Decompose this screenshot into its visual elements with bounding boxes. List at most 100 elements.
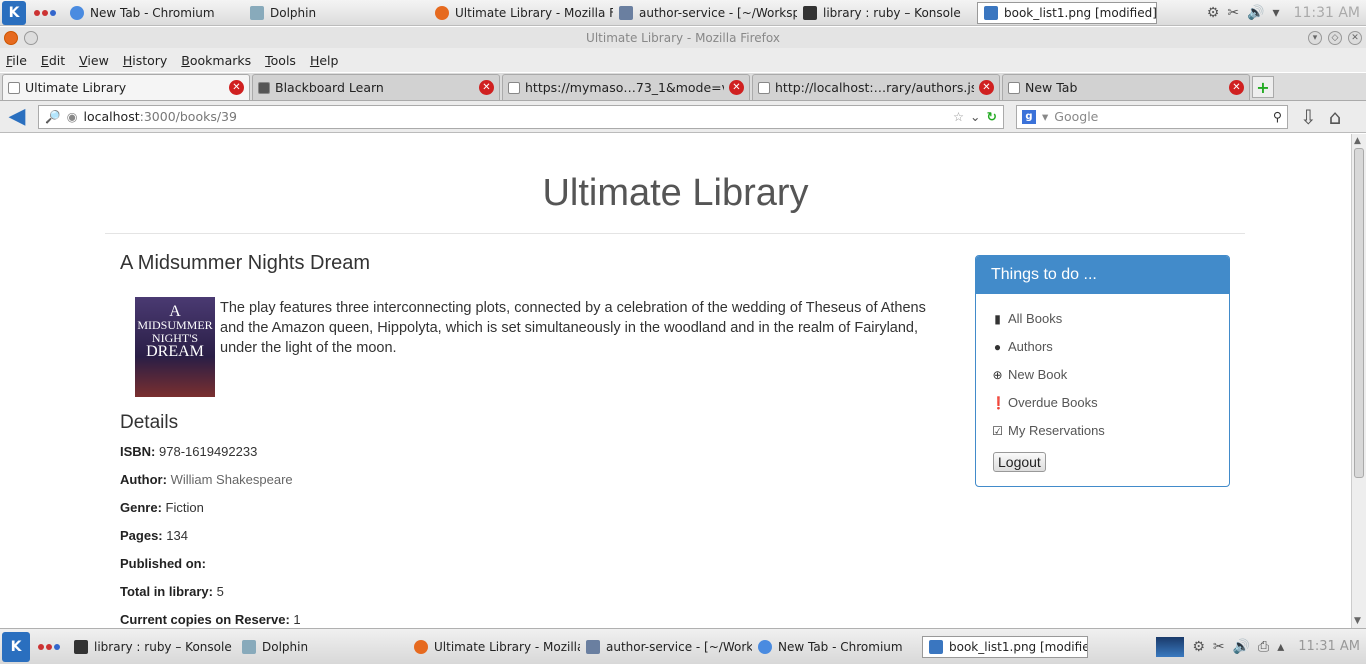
back-icon[interactable]: ◀ xyxy=(4,104,30,130)
tab-new-tab[interactable]: New Tab ✕ xyxy=(1002,74,1250,100)
taskbar-item-chromium[interactable]: New Tab - Chromium xyxy=(64,0,244,25)
menu-view[interactable]: View xyxy=(79,53,109,68)
close-tab-icon[interactable]: ✕ xyxy=(729,80,744,95)
menu-bookmarks[interactable]: Bookmarks xyxy=(181,53,251,68)
activities-icon[interactable] xyxy=(38,643,60,650)
terminal-icon xyxy=(803,5,817,20)
volume-icon[interactable]: 🔊 xyxy=(1233,639,1250,655)
taskbar-item-book-list[interactable]: book_list1.png [modified] – xyxy=(977,1,1157,24)
scroll-up-icon[interactable]: ▲ xyxy=(1354,136,1361,146)
window-title: Ultimate Library - Mozilla Firefox xyxy=(586,30,780,45)
desktop-pager-icon[interactable] xyxy=(1156,636,1185,657)
logout-button[interactable]: Logout xyxy=(993,452,1046,472)
reload-icon[interactable]: ↻ xyxy=(987,109,997,124)
pin-icon[interactable] xyxy=(24,30,38,45)
binoculars-icon[interactable]: ⚲ xyxy=(1273,109,1282,124)
close-tab-icon[interactable]: ✕ xyxy=(479,80,494,95)
scissors-icon[interactable]: ✂ xyxy=(1227,5,1239,21)
page-icon xyxy=(8,81,20,94)
close-icon[interactable]: ✕ xyxy=(1348,30,1362,45)
tray-expand-icon[interactable]: ▾ xyxy=(1273,5,1280,21)
menu-edit[interactable]: Edit xyxy=(41,53,65,68)
window-titlebar: Ultimate Library - Mozilla Firefox ▾ ◇ ✕ xyxy=(0,27,1366,48)
scissors-icon[interactable]: ✂ xyxy=(1213,639,1225,655)
clock: 11:31 AM xyxy=(1293,4,1360,21)
book-description: The play features three interconnecting … xyxy=(220,300,926,356)
close-tab-icon[interactable]: ✕ xyxy=(979,80,994,95)
taskbar-item-konsole[interactable]: library : ruby – Konsole xyxy=(797,0,977,25)
menu-help[interactable]: Help xyxy=(310,53,339,68)
reserve-field: Current copies on Reserve: 1 xyxy=(120,612,301,627)
history-dropdown-icon[interactable]: ⌄ xyxy=(970,109,980,124)
search-placeholder: Google xyxy=(1054,109,1099,124)
downloads-icon[interactable]: ⇩ xyxy=(1300,105,1317,129)
navigation-bar: ◀ 🔎 ◉ localhost:3000/books/39 ☆ ⌄ ↻ g ▾ … xyxy=(0,101,1366,133)
total-field: Total in library: 5 xyxy=(120,584,224,599)
taskbar-item-firefox[interactable]: Ultimate Library - Mozilla xyxy=(408,629,580,664)
menu-tools[interactable]: Tools xyxy=(265,53,296,68)
url-host: localhost xyxy=(83,109,140,124)
taskbar-item-author-service[interactable]: author-service - [~/Workspa xyxy=(613,0,797,25)
taskbar-item-konsole[interactable]: library : ruby – Konsole xyxy=(68,629,236,664)
minimize-icon[interactable]: ▾ xyxy=(1308,30,1322,45)
taskbar-item-chromium[interactable]: New Tab - Chromium xyxy=(752,629,922,664)
maximize-icon[interactable]: ◇ xyxy=(1328,30,1342,45)
overdue-books-link[interactable]: ❗ Overdue Books xyxy=(991,395,1098,410)
globe-icon: ◉ xyxy=(66,109,78,124)
close-tab-icon[interactable]: ✕ xyxy=(229,80,244,95)
settings-icon[interactable]: ⚙ xyxy=(1192,639,1205,655)
new-book-link[interactable]: ⊕ New Book xyxy=(991,367,1067,382)
exclamation-circle-icon: ❗ xyxy=(991,395,1006,410)
taskbar-item-book-list[interactable]: book_list1.png [modified xyxy=(922,635,1088,658)
my-reservations-link[interactable]: ☑ My Reservations xyxy=(991,423,1105,438)
ide-icon xyxy=(586,639,600,654)
plus-circle-icon: ⊕ xyxy=(992,367,1003,382)
search-engine-dropdown-icon[interactable]: ▾ xyxy=(1042,109,1048,124)
activities-icon[interactable] xyxy=(34,9,56,16)
book-cover-image: A MIDSUMMER NIGHT'S DREAM xyxy=(135,297,215,397)
tray-expand-icon[interactable]: ▴ xyxy=(1277,639,1284,655)
page-content: Ultimate Library A Midsummer Nights Drea… xyxy=(0,134,1351,628)
close-tab-icon[interactable]: ✕ xyxy=(1229,80,1244,95)
details-heading: Details xyxy=(120,412,179,433)
check-square-icon: ☑ xyxy=(992,423,1003,438)
menu-history[interactable]: History xyxy=(123,53,167,68)
home-icon[interactable]: ⌂ xyxy=(1329,105,1342,129)
firefox-icon xyxy=(414,639,428,654)
bookmark-star-icon[interactable]: ☆ xyxy=(953,109,964,124)
tab-ultimate-library[interactable]: Ultimate Library ✕ xyxy=(2,74,250,100)
actions-panel: Things to do ... ▮ All Books ● Authors ⊕ Ne… xyxy=(975,255,1230,487)
firefox-icon xyxy=(4,30,18,45)
site-heading: Ultimate Library xyxy=(542,172,809,214)
tab-mymason[interactable]: https://mymaso…73_1&mode=view✕ xyxy=(502,74,750,100)
page-scrollbar[interactable]: ▲ ▼ xyxy=(1351,134,1366,628)
new-tab-button[interactable]: + xyxy=(1252,76,1274,98)
kde-bottom-panel: K library : ruby – Konsole Dolphin Ultim… xyxy=(0,628,1366,664)
image-icon xyxy=(984,5,998,20)
tab-bar: Ultimate Library ✕ Blackboard Learn ✕ http… xyxy=(0,73,1366,101)
divider xyxy=(105,233,1245,234)
author-link[interactable]: William Shakespeare xyxy=(171,472,293,487)
terminal-icon xyxy=(74,639,88,654)
taskbar-item-firefox[interactable]: Ultimate Library - Mozilla Fi xyxy=(429,0,613,25)
scrollbar-thumb[interactable] xyxy=(1354,148,1364,478)
search-bar[interactable]: g ▾ Google ⚲ xyxy=(1016,104,1288,129)
authors-link[interactable]: ● Authors xyxy=(991,339,1053,354)
taskbar-item-dolphin[interactable]: Dolphin xyxy=(244,0,429,25)
google-icon[interactable]: g xyxy=(1022,109,1036,124)
tab-authors-json[interactable]: http://localhost:…rary/authors.json ✕ xyxy=(752,74,1000,100)
volume-icon[interactable]: 🔊 xyxy=(1247,5,1264,21)
taskbar-item-author-service[interactable]: author-service - [~/Work xyxy=(580,629,752,664)
url-bar[interactable]: 🔎 ◉ localhost:3000/books/39 ☆ ⌄ ↻ xyxy=(38,104,1004,129)
all-books-link[interactable]: ▮ All Books xyxy=(991,311,1062,326)
menu-file[interactable]: File xyxy=(6,53,27,68)
tab-blackboard[interactable]: Blackboard Learn ✕ xyxy=(252,74,500,100)
identity-icon[interactable]: 🔎 xyxy=(45,109,61,125)
kde-menu-button[interactable]: K xyxy=(2,0,26,25)
settings-icon[interactable]: ⚙ xyxy=(1207,5,1220,21)
taskbar-item-dolphin[interactable]: Dolphin xyxy=(236,629,408,664)
page-icon xyxy=(1008,81,1020,94)
printer-icon[interactable]: ⎙ xyxy=(1258,639,1269,655)
kde-menu-button[interactable]: K xyxy=(2,631,30,662)
scroll-down-icon[interactable]: ▼ xyxy=(1354,616,1361,626)
